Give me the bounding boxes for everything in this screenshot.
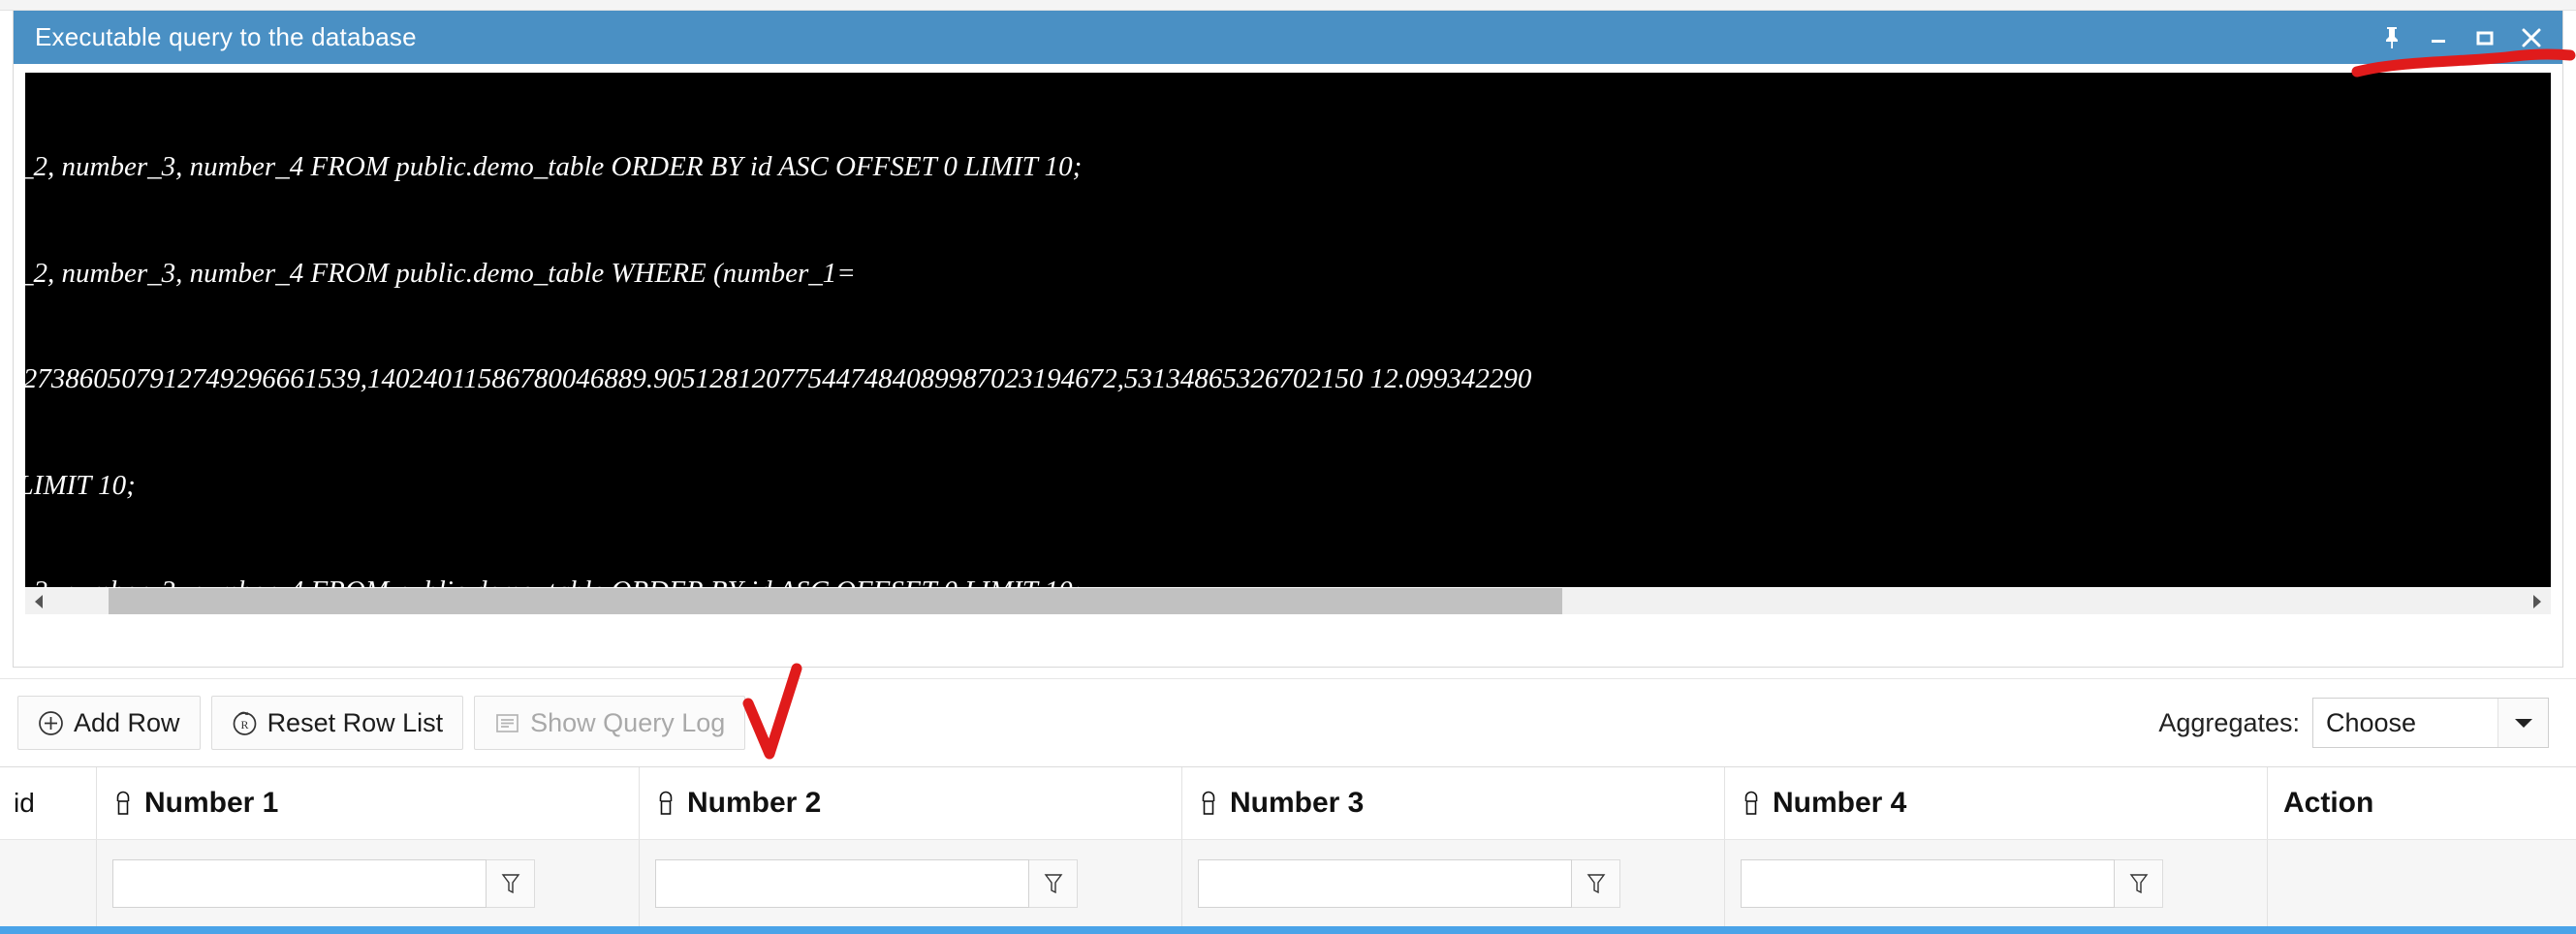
filter-cell-number-1: [97, 840, 640, 927]
lock-icon: [1741, 789, 1762, 818]
toolbar-left-group: Add Row R Reset Row List Show Query Log: [17, 696, 746, 750]
pin-icon: [2381, 25, 2403, 50]
query-log-line: 88394470878182302.6382800827386050791274…: [25, 363, 1532, 394]
grid-bottom-bar: [0, 926, 2576, 934]
query-log-line: SELECT id, number_1, number_2, number_3,…: [25, 257, 856, 289]
console-horizontal-scrollbar[interactable]: [25, 587, 2551, 614]
filter-cell-number-4: [1725, 840, 2268, 927]
grid-header-row: id Number 1 Number 2 Number 3 Number 4 A…: [0, 766, 2576, 840]
chevron-right-icon: [2530, 593, 2544, 610]
column-header-label: Number 4: [1773, 787, 1907, 819]
aggregates-selected-value: Choose: [2326, 707, 2417, 737]
column-header-number-1[interactable]: Number 1: [97, 767, 640, 839]
grid-toolbar: Add Row R Reset Row List Show Query Log …: [0, 678, 2576, 766]
app-root: Executable query to the database 2, numb…: [0, 0, 2576, 934]
show-query-log-button[interactable]: Show Query Log: [474, 696, 746, 750]
minimize-button[interactable]: [2415, 16, 2462, 59]
data-grid: id Number 1 Number 2 Number 3 Number 4 A…: [0, 766, 2576, 934]
toolbar-right-group: Aggregates: Choose: [2158, 698, 2559, 748]
filter-apply-button-number-1[interactable]: [487, 859, 535, 908]
aggregates-select[interactable]: Choose: [2312, 698, 2549, 748]
column-header-number-3[interactable]: Number 3: [1182, 767, 1725, 839]
close-button[interactable]: [2508, 16, 2555, 59]
svg-text:R: R: [240, 718, 248, 732]
query-console-text: SELECT id, number_1, number_2, number_3,…: [25, 78, 1531, 587]
filter-cell-action: [2268, 840, 2576, 927]
maximize-button[interactable]: [2462, 16, 2508, 59]
funnel-icon: [2127, 871, 2151, 896]
add-row-label: Add Row: [74, 707, 180, 737]
reset-row-list-button[interactable]: R Reset Row List: [210, 696, 464, 750]
filter-apply-button-number-3[interactable]: [1572, 859, 1620, 908]
show-query-log-label: Show Query Log: [530, 707, 726, 737]
maximize-icon: [2473, 26, 2497, 49]
reset-row-list-label: Reset Row List: [267, 707, 444, 737]
filter-cell-id: [0, 840, 97, 927]
filter-cell-number-2: [640, 840, 1182, 927]
filter-input-number-1[interactable]: [112, 859, 487, 908]
query-console-wrapper: SELECT id, number_1, number_2, number_3,…: [25, 73, 2551, 615]
grid-filter-row: [0, 840, 2576, 927]
plus-circle-icon: [38, 710, 64, 736]
query-dialog: Executable query to the database 2, numb…: [13, 11, 2563, 668]
scroll-right-button[interactable]: [2524, 588, 2551, 614]
lock-icon: [655, 789, 676, 818]
list-icon: [494, 710, 520, 736]
column-header-label: id: [14, 788, 35, 818]
window-controls: [2369, 16, 2562, 59]
funnel-icon: [1585, 871, 1608, 896]
aggregates-label: Aggregates:: [2158, 707, 2300, 737]
lock-icon: [1198, 789, 1219, 818]
column-header-number-2[interactable]: Number 2: [640, 767, 1182, 839]
chevron-left-icon: [32, 593, 46, 610]
add-row-button[interactable]: Add Row: [17, 696, 201, 750]
lock-icon: [112, 789, 134, 818]
query-log-line: ORDER BY id ASC OFFSET 0 LIMIT 10;: [25, 469, 136, 501]
query-console[interactable]: SELECT id, number_1, number_2, number_3,…: [25, 73, 2551, 587]
filter-input-number-3[interactable]: [1198, 859, 1572, 908]
filter-cell-number-3: [1182, 840, 1725, 927]
column-header-number-4[interactable]: Number 4: [1725, 767, 2268, 839]
column-header-label: Action: [2283, 787, 2374, 819]
filter-apply-button-number-2[interactable]: [1029, 859, 1078, 908]
scrollbar-thumb[interactable]: [109, 588, 1562, 614]
query-log-line: SELECT id, number_1, number_2, number_3,…: [25, 574, 1531, 587]
filter-apply-button-number-4[interactable]: [2115, 859, 2163, 908]
close-icon: [2519, 25, 2544, 50]
funnel-icon: [499, 871, 522, 896]
dialog-title: Executable query to the database: [35, 22, 417, 51]
column-header-label: Number 3: [1230, 787, 1365, 819]
chevron-down-icon: [2513, 716, 2534, 730]
pin-button[interactable]: [2369, 16, 2415, 59]
column-header-action[interactable]: Action: [2268, 767, 2576, 839]
query-log-line: SELECT id, number_1, number_2, number_3,…: [25, 151, 1083, 182]
filter-input-number-2[interactable]: [655, 859, 1029, 908]
filter-input-number-4[interactable]: [1741, 859, 2115, 908]
column-header-label: Number 2: [687, 787, 822, 819]
column-header-id[interactable]: id: [0, 767, 97, 839]
dialog-titlebar: Executable query to the database: [14, 11, 2562, 64]
aggregates-dropdown-arrow[interactable]: [2497, 699, 2548, 747]
scrollbar-track[interactable]: [52, 588, 2524, 614]
top-strip: [0, 0, 2576, 11]
minimize-icon: [2427, 26, 2450, 49]
scroll-left-button[interactable]: [25, 588, 52, 614]
column-header-label: Number 1: [144, 787, 279, 819]
refresh-circle-icon: R: [232, 710, 258, 736]
funnel-icon: [1042, 871, 1065, 896]
